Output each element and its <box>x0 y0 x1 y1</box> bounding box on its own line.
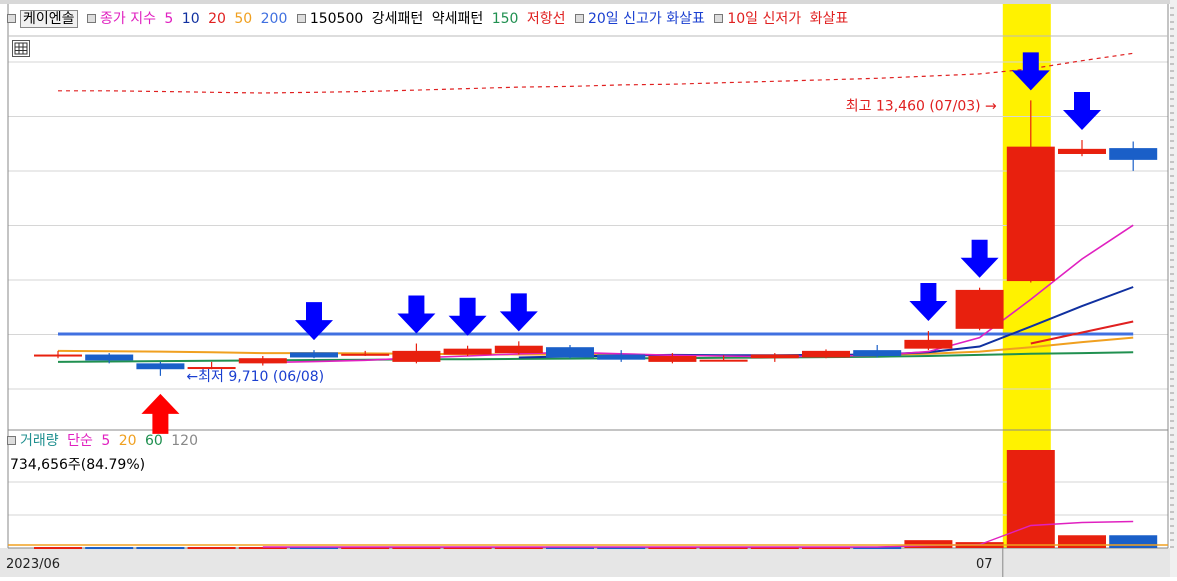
high20-arrow-label: 20일 신고가 화살표 <box>587 11 705 27</box>
candle-body <box>597 354 646 360</box>
volume-bar <box>85 547 134 550</box>
ma5-label: 5 <box>164 11 174 27</box>
x-label-start: 2023/06 <box>6 557 61 572</box>
candle-body <box>546 347 594 358</box>
candle-body <box>34 354 82 357</box>
x-axis-strip <box>0 548 1177 577</box>
low10-arrow-label: 10일 신저가 <box>727 11 802 27</box>
volume-simple-label: 단순 <box>67 433 93 449</box>
candle-body <box>1058 148 1106 154</box>
volume-bar <box>1058 535 1106 548</box>
candle-body <box>853 350 902 357</box>
low-annotation: ←최저 9,710 (06/08) <box>186 369 324 385</box>
ma150-label: 150 <box>491 11 519 27</box>
volume-bar <box>136 547 185 550</box>
stock-name-button[interactable]: 케이엔솔 <box>20 10 78 28</box>
high-annotation: 최고 13,460 (07/03) → <box>846 98 997 114</box>
candle-body <box>341 353 390 356</box>
candle-body <box>699 359 748 362</box>
candle-body <box>955 289 1004 329</box>
chart-background <box>0 0 1177 577</box>
candle-body <box>802 350 850 358</box>
stock-chart[interactable]: 최고 13,460 (07/03) → ←최저 9,710 (06/08) 케이엔… <box>0 0 1177 577</box>
candle-body <box>136 363 185 370</box>
volume-bar <box>187 547 236 550</box>
volume-title: 거래량 <box>20 433 59 449</box>
ma20-label: 20 <box>208 11 226 27</box>
resistance-label: 저항선 <box>526 11 566 27</box>
candle-body <box>648 356 697 362</box>
price-legend: 케이엔솔 종가 지수 5 10 20 50 200 150500 강세패턴 약세… <box>6 10 852 28</box>
strong-pattern-label: 강세패턴 <box>371 11 424 27</box>
top-toolbar-strip <box>0 0 1177 4</box>
volume-bar <box>1109 535 1158 548</box>
vol-ma60-label: 60 <box>144 433 163 449</box>
candle-body <box>750 354 799 359</box>
volume-legend: 거래량 단순 5 20 60 120 <box>6 432 202 450</box>
current-volume: 734,656주(84.79%) <box>10 457 146 473</box>
candle-body <box>1006 146 1055 282</box>
candle-body <box>443 348 492 355</box>
ma50-label: 50 <box>234 11 253 27</box>
weak-pattern-label: 약세패턴 <box>431 11 484 27</box>
low10-arrow-suffix: 화살표 <box>809 11 849 27</box>
ma200-label: 200 <box>260 11 288 27</box>
candle-body <box>238 358 287 364</box>
vol-ma5-label: 5 <box>101 433 111 449</box>
code-label: 150500 <box>309 11 364 27</box>
candle-body <box>904 339 953 349</box>
volume-bar <box>904 540 953 548</box>
candle-body <box>392 350 441 362</box>
close-index-label: 종가 지수 <box>99 11 156 27</box>
vol-ma120-label: 120 <box>171 433 198 449</box>
candle-body <box>494 345 543 354</box>
table-view-icon[interactable] <box>12 40 30 57</box>
volume-bar <box>34 547 82 550</box>
ma10-label: 10 <box>181 11 200 27</box>
candle-body <box>85 354 134 361</box>
x-label-month: 07 <box>976 557 993 572</box>
candle-body <box>290 352 338 358</box>
chart-canvas[interactable]: 최고 13,460 (07/03) → ←최저 9,710 (06/08) <box>0 0 1177 577</box>
candle-body <box>1109 148 1158 160</box>
volume-bar <box>1006 450 1055 548</box>
vol-ma20-label: 20 <box>118 433 137 449</box>
